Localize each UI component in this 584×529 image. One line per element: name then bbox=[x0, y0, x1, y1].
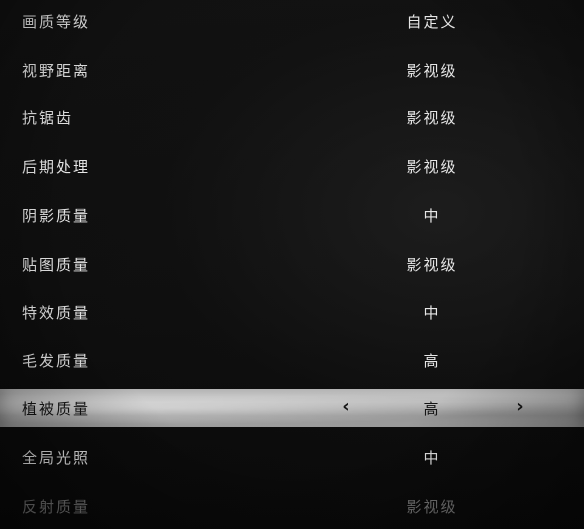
setting-row-shadow-quality[interactable]: 阴影质量 中 bbox=[0, 196, 584, 234]
setting-value: 高 bbox=[423, 400, 441, 418]
setting-value: 中 bbox=[423, 449, 441, 467]
setting-row-anti-aliasing[interactable]: 抗锯齿 影视级 bbox=[0, 98, 584, 136]
setting-label: 画质等级 bbox=[22, 13, 91, 31]
setting-label: 毛发质量 bbox=[22, 352, 91, 370]
setting-label: 反射质量 bbox=[22, 498, 91, 516]
setting-row-global-illumination[interactable]: 全局光照 中 bbox=[0, 438, 584, 476]
setting-value: 影视级 bbox=[406, 62, 458, 80]
setting-value: 中 bbox=[423, 304, 441, 322]
chevron-right-icon[interactable]: › bbox=[510, 396, 530, 420]
setting-label: 特效质量 bbox=[22, 304, 91, 322]
setting-value: 影视级 bbox=[406, 158, 458, 176]
setting-row-view-distance[interactable]: 视野距离 影视级 bbox=[0, 51, 584, 89]
setting-label: 全局光照 bbox=[22, 449, 91, 467]
setting-value: 高 bbox=[423, 352, 441, 370]
setting-label: 后期处理 bbox=[22, 158, 91, 176]
settings-list: 画质等级 自定义 视野距离 影视级 抗锯齿 影视级 后期处理 影视级 阴影质量 … bbox=[0, 0, 584, 529]
setting-row-reflection-quality[interactable]: 反射质量 影视级 bbox=[0, 487, 584, 525]
setting-label: 贴图质量 bbox=[22, 256, 91, 274]
setting-value: 中 bbox=[423, 207, 441, 225]
setting-row-hair-quality[interactable]: 毛发质量 高 bbox=[0, 341, 584, 379]
setting-value: 影视级 bbox=[406, 256, 458, 274]
graphics-settings-screen: 画质等级 自定义 视野距离 影视级 抗锯齿 影视级 后期处理 影视级 阴影质量 … bbox=[0, 0, 584, 529]
setting-value: 影视级 bbox=[406, 109, 458, 127]
chevron-left-icon[interactable]: ‹ bbox=[336, 396, 356, 420]
setting-value: 自定义 bbox=[406, 13, 458, 31]
setting-label: 视野距离 bbox=[22, 62, 91, 80]
setting-value: 影视级 bbox=[406, 498, 458, 516]
setting-row-vegetation-quality[interactable]: 植被质量 ‹ 高 › bbox=[0, 389, 584, 427]
setting-label: 阴影质量 bbox=[22, 207, 91, 225]
setting-label: 抗锯齿 bbox=[22, 109, 74, 127]
setting-row-quality-preset[interactable]: 画质等级 自定义 bbox=[0, 2, 584, 40]
setting-row-post-processing[interactable]: 后期处理 影视级 bbox=[0, 147, 584, 185]
setting-row-effects-quality[interactable]: 特效质量 中 bbox=[0, 293, 584, 331]
setting-row-texture-quality[interactable]: 贴图质量 影视级 bbox=[0, 245, 584, 283]
setting-label: 植被质量 bbox=[22, 400, 91, 418]
